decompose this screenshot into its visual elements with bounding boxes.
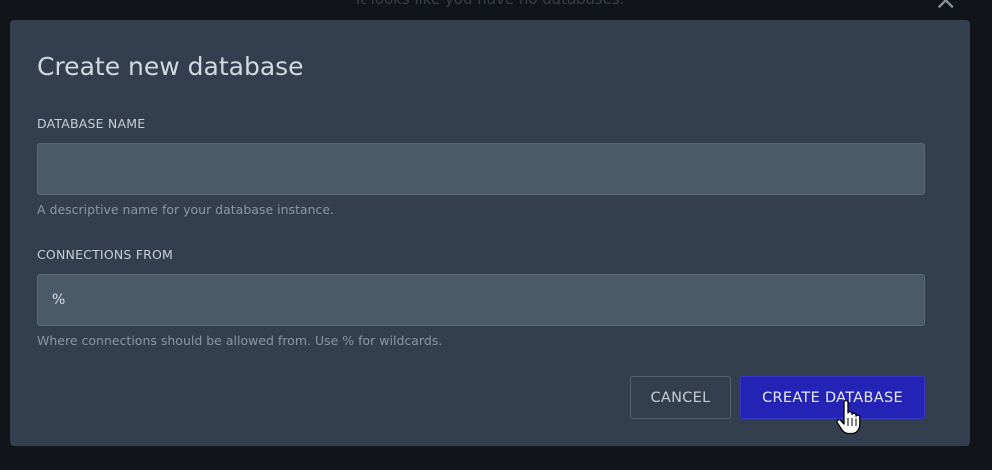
- dialog-title: Create new database: [37, 52, 304, 81]
- hand-pointer-icon: [836, 400, 861, 435]
- database-name-help: A descriptive name for your database ins…: [37, 202, 335, 217]
- create-database-dialog: Create new database DATABASE NAME A desc…: [10, 20, 970, 446]
- create-database-button[interactable]: CREATE DATABASE: [740, 376, 925, 419]
- database-name-label: DATABASE NAME: [37, 116, 146, 131]
- connections-from-input[interactable]: [37, 274, 925, 326]
- close-icon[interactable]: ×: [934, 0, 957, 14]
- database-name-input[interactable]: [37, 143, 925, 195]
- connections-from-label: CONNECTIONS FROM: [37, 247, 174, 262]
- connections-from-help: Where connections should be allowed from…: [37, 333, 443, 348]
- cancel-button[interactable]: CANCEL: [630, 376, 731, 419]
- empty-state-message: It looks like you have no databases.: [0, 0, 980, 8]
